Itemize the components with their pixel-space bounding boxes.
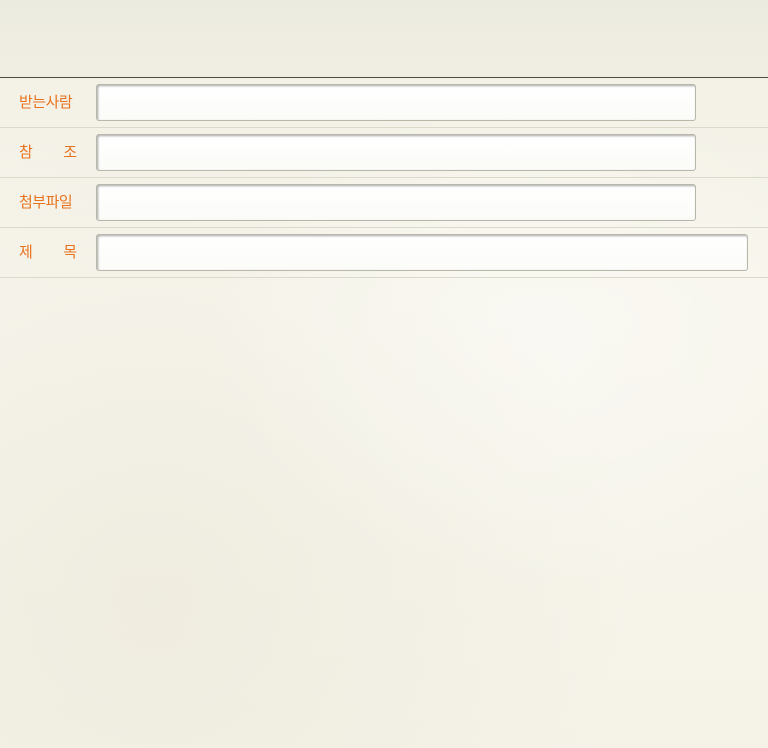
attachment-row: 첨부파일 (0, 178, 768, 228)
subject-input[interactable] (96, 234, 748, 271)
recipient-input[interactable] (96, 84, 696, 121)
compose-form: 받는사람 참 조 첨부파일 제 목 (0, 78, 768, 278)
cc-input[interactable] (96, 134, 696, 171)
cc-row: 참 조 (0, 128, 768, 178)
subject-label-char-1: 제 (19, 243, 33, 261)
attachment-label: 첨부파일 (19, 193, 73, 211)
subject-row: 제 목 (0, 228, 768, 278)
cc-label-char-1: 참 (19, 143, 33, 161)
cc-label: 참 조 (19, 142, 77, 162)
subject-label: 제 목 (19, 242, 77, 262)
attachment-input[interactable] (96, 184, 696, 221)
cc-label-char-2: 조 (63, 143, 77, 161)
recipient-row: 받는사람 (0, 78, 768, 128)
subject-label-char-2: 목 (63, 243, 77, 261)
header-bar (0, 0, 768, 78)
recipient-label: 받는사람 (19, 93, 73, 111)
